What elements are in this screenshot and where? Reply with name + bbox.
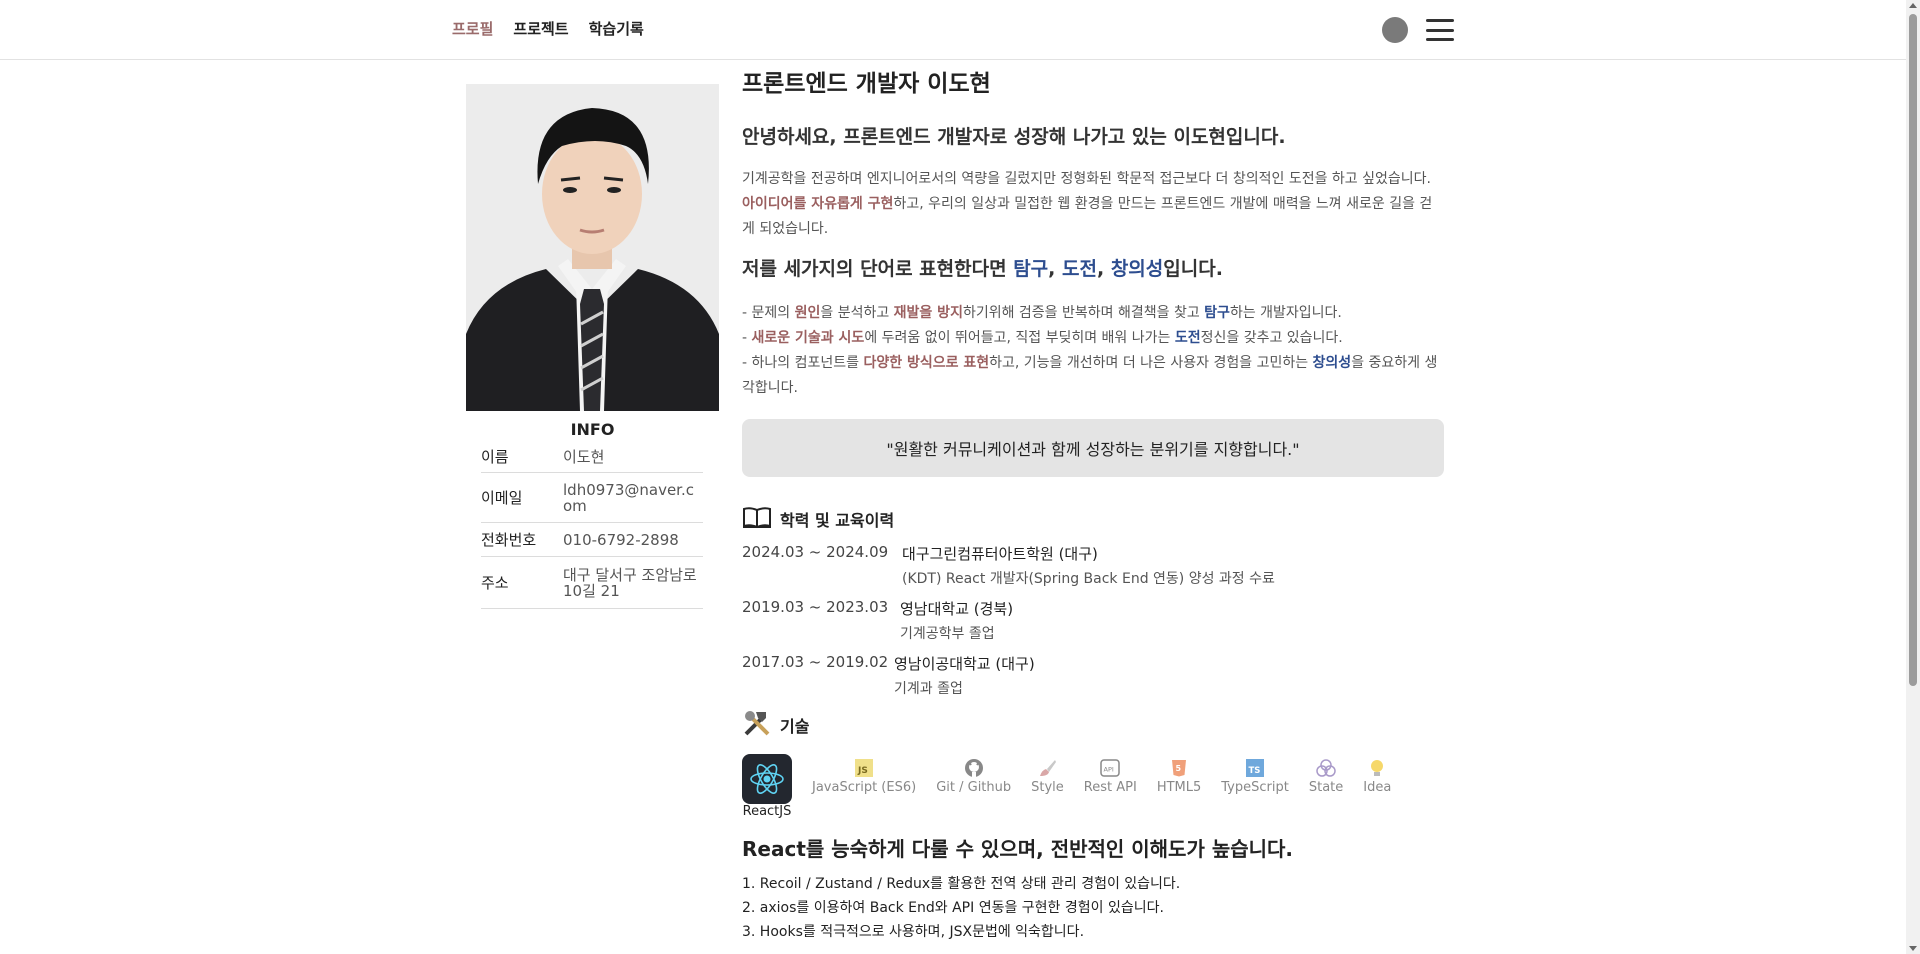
info-value: 010-6792-2898 [563, 530, 679, 549]
skill-tab-html5[interactable]: 5 HTML5 [1157, 758, 1201, 795]
keywords-heading: 저를 세가지의 단어로 표현한다면 탐구, 도전, 창의성입니다. [742, 258, 1223, 280]
skill-tabs: ReactJS JS JavaScript (ES6) Git / Github… [742, 754, 1444, 819]
info-key: 전화번호 [481, 531, 537, 549]
info-title: INFO [570, 420, 615, 439]
scroll-up-arrow-icon[interactable] [1909, 3, 1917, 8]
html5-icon: 5 [1169, 758, 1189, 778]
skill-description-item: 2. axios를 이용하여 Back End와 API 연동을 구현한 경험이… [742, 900, 1164, 916]
intro-paragraph: 기계공학을 전공하며 엔지니어로서의 역량을 길렀지만 정형화된 학문적 접근보… [742, 171, 1433, 237]
react-icon [742, 754, 792, 804]
skill-tab-rest-api[interactable]: API Rest API [1084, 758, 1137, 795]
github-icon [964, 758, 984, 778]
education-list: 2024.03 ~ 2024.09 대구그린컴퓨터아트학원 (대구) (KDT) … [742, 543, 1444, 698]
info-row-address: 주소 대구 달서구 조암남로 10길 21 [481, 557, 703, 609]
typescript-icon: TS [1245, 758, 1265, 778]
svg-text:TS: TS [1249, 766, 1261, 776]
education-item: 2024.03 ~ 2024.09 대구그린컴퓨터아트학원 (대구) (KDT) … [742, 543, 1444, 588]
svg-text:5: 5 [1176, 764, 1182, 773]
quote-box: "원활한 커뮤니케이션과 함께 성장하는 분위기를 지향합니다." [742, 419, 1444, 477]
keyword-creativity: 창의성 [1110, 258, 1164, 280]
info-table: 이름 이도현 이메일 ldh0973@naver.com 전화번호 010-67… [481, 441, 703, 609]
info-row-name: 이름 이도현 [481, 441, 703, 473]
main-content: 프론트엔드 개발자 이도현 안녕하세요, 프론트엔드 개발자로 성장해 나가고 … [742, 64, 1444, 944]
education-item: 2017.03 ~ 2019.02 영남이공대학교 (대구) 기계과 졸업 [742, 653, 1444, 698]
hamburger-menu-icon[interactable] [1426, 19, 1454, 41]
skill-description-list: 1. Recoil / Zustand / Redux를 활용한 전역 상태 관… [742, 872, 1444, 944]
education-date: 2024.03 ~ 2024.09 [742, 543, 889, 561]
trait-item: - 하나의 컴포넌트를 다양한 방식으로 표현하고, 기능을 개선하며 더 나은… [742, 355, 1438, 396]
skill-tab-typescript[interactable]: TS TypeScript [1221, 758, 1289, 795]
tools-icon [742, 708, 772, 742]
keyword-explore: 탐구 [1013, 258, 1049, 280]
keyword-challenge: 도전 [1062, 258, 1097, 280]
info-value: 대구 달서구 조암남로 10길 21 [563, 565, 697, 600]
greeting: 안녕하세요, 프론트엔드 개발자로 성장해 나가고 있는 이도현입니다. [742, 126, 1286, 148]
theme-toggle-circle[interactable] [1382, 17, 1408, 43]
javascript-icon: JS [854, 758, 874, 778]
page-scrollbar[interactable] [1906, 0, 1920, 954]
api-icon: API [1100, 758, 1121, 778]
education-detail: (KDT) React 개발자(Spring Back End 연동) 양성 과… [902, 571, 1275, 587]
education-detail: 기계공학부 졸업 [900, 626, 995, 642]
skill-description-item: 3. Hooks를 적극적으로 사용하며, JSX문법에 익숙합니다. [742, 924, 1085, 940]
info-value: ldh0973@naver.com [563, 480, 694, 515]
info-key: 이메일 [481, 489, 523, 507]
trait-item: - 문제의 원인을 분석하고 재발을 방지하기위해 검증을 반복하며 해결책을 … [742, 305, 1342, 321]
page-title: 프론트엔드 개발자 이도현 [742, 71, 991, 97]
header-actions [1382, 17, 1454, 43]
education-date: 2017.03 ~ 2019.02 [742, 653, 889, 671]
svg-text:JS: JS [857, 766, 868, 776]
info-row-phone: 전화번호 010-6792-2898 [481, 523, 703, 557]
info-row-email: 이메일 ldh0973@naver.com [481, 473, 703, 523]
nav-projects[interactable]: 프로젝트 [513, 18, 568, 39]
state-icon [1316, 758, 1336, 778]
education-item: 2019.03 ~ 2023.03 영남대학교 (경북) 기계공학부 졸업 [742, 598, 1444, 643]
scroll-down-arrow-icon[interactable] [1909, 946, 1917, 951]
education-date: 2019.03 ~ 2023.03 [742, 598, 889, 616]
main-nav: 프로필 프로젝트 학습기록 [452, 18, 644, 39]
education-school: 영남이공대학교 (대구) [894, 655, 1035, 673]
skill-heading: React를 능숙하게 다룰 수 있으며, 전반적인 이해도가 높습니다. [742, 837, 1294, 861]
skills-section-title: 기술 [742, 708, 1444, 742]
skill-tab-style[interactable]: Style [1031, 758, 1064, 795]
info-key: 주소 [481, 574, 509, 592]
education-school: 대구그린컴퓨터아트학원 (대구) [902, 545, 1098, 563]
book-icon [742, 505, 772, 533]
nav-profile[interactable]: 프로필 [452, 18, 493, 39]
skill-tab-git[interactable]: Git / Github [936, 758, 1011, 795]
idea-icon [1367, 758, 1387, 778]
skill-tab-state[interactable]: State [1309, 758, 1343, 795]
scrollbar-thumb[interactable] [1909, 14, 1917, 686]
profile-photo [466, 84, 719, 411]
info-value: 이도현 [563, 447, 605, 466]
nav-study-log[interactable]: 학습기록 [589, 18, 644, 39]
info-key: 이름 [481, 448, 509, 466]
trait-item: - 새로운 기술과 시도에 두려움 없이 뛰어들고, 직접 부딪히며 배워 나가… [742, 330, 1343, 346]
svg-text:API: API [1104, 766, 1114, 774]
skill-tab-javascript[interactable]: JS JavaScript (ES6) [812, 758, 916, 795]
trait-list: - 문제의 원인을 분석하고 재발을 방지하기위해 검증을 반복하며 해결책을 … [742, 301, 1444, 401]
skill-tab-react[interactable]: ReactJS [742, 754, 792, 819]
education-section-title: 학력 및 교육이력 [742, 505, 1444, 533]
education-school: 영남대학교 (경북) [900, 600, 1014, 618]
top-header: 프로필 프로젝트 학습기록 [0, 0, 1906, 60]
skill-tab-idea[interactable]: Idea [1363, 758, 1391, 795]
skill-description-item: 1. Recoil / Zustand / Redux를 활용한 전역 상태 관… [742, 876, 1181, 892]
education-detail: 기계과 졸업 [894, 681, 963, 697]
style-icon [1037, 758, 1057, 778]
